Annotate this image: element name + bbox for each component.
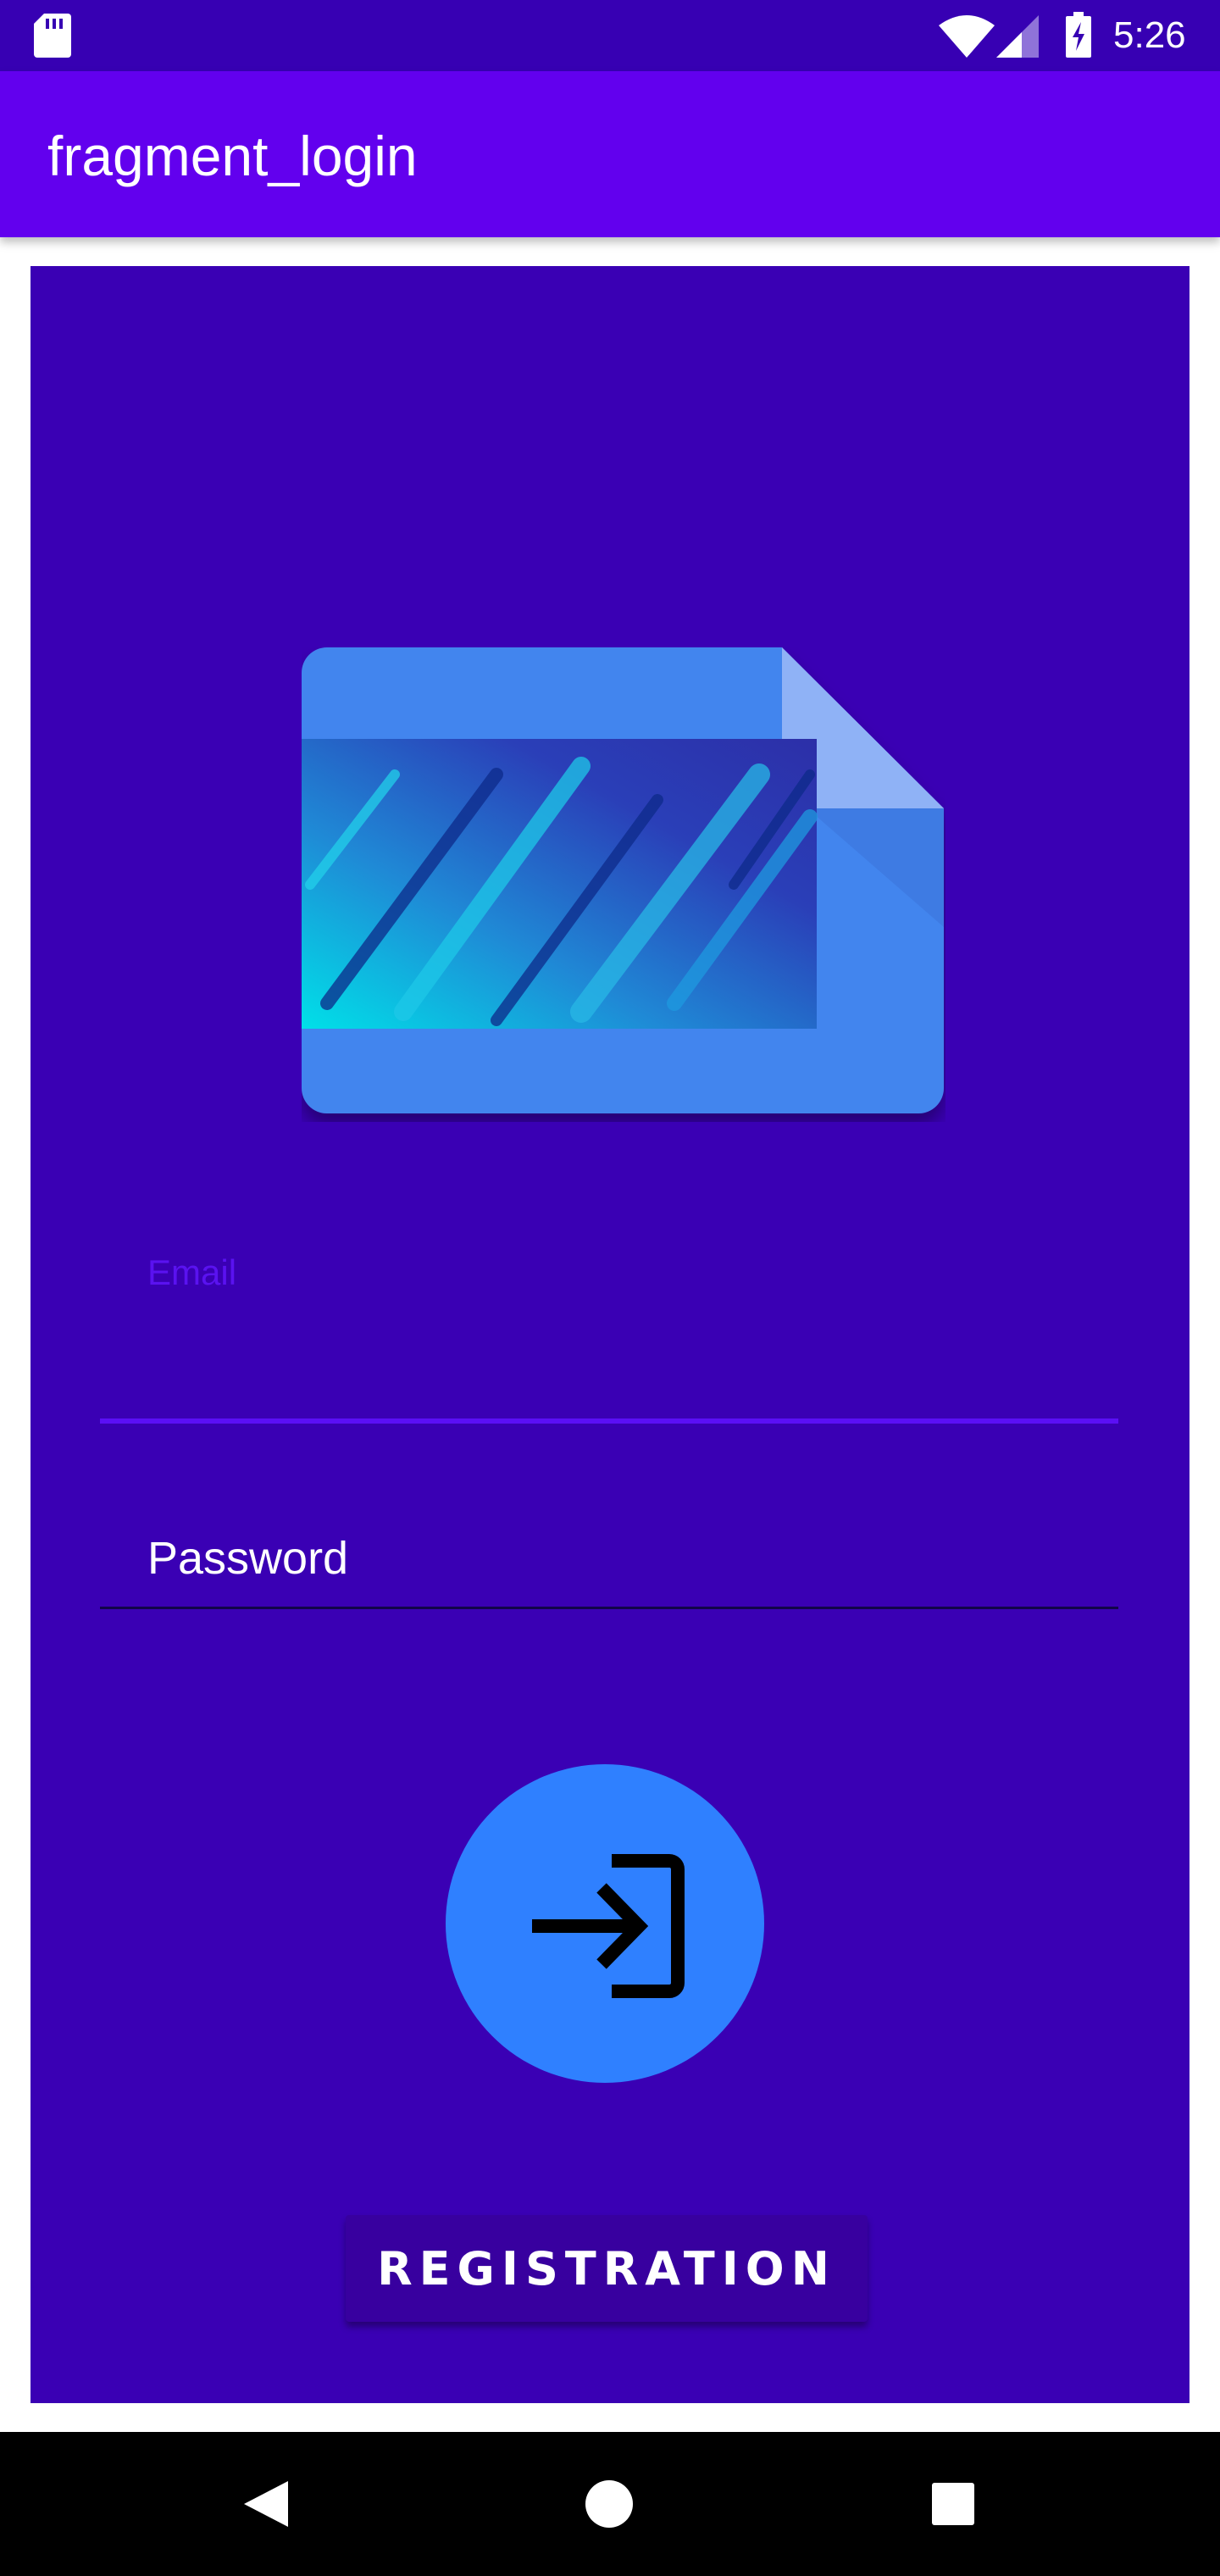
email-input[interactable] (100, 1305, 1118, 1390)
status-time: 5:26 (1113, 14, 1186, 56)
login-screen: 5:26 fragment_login Email REGISTRATION (0, 0, 1220, 2576)
login-button[interactable] (446, 1764, 764, 2083)
email-field: Email (100, 1249, 1118, 1435)
login-arrow-icon (532, 1854, 685, 1998)
registration-label: Registration (377, 2241, 836, 2296)
password-input[interactable] (100, 1512, 1118, 1605)
battery-charging-icon (1066, 12, 1091, 58)
password-underline (100, 1607, 1118, 1609)
home-icon[interactable] (571, 2466, 647, 2542)
status-bar: 5:26 (0, 0, 1220, 71)
password-field (100, 1512, 1118, 1673)
email-label: Email (147, 1252, 237, 1292)
app-bar: fragment_login (0, 71, 1220, 237)
navigation-bar (0, 2432, 1220, 2576)
back-icon[interactable] (229, 2466, 305, 2542)
email-underline (100, 1418, 1118, 1424)
slides-logo-icon (302, 647, 944, 1113)
signal-icon (996, 15, 1039, 58)
app-bar-title: fragment_login (47, 125, 418, 187)
recents-icon[interactable] (915, 2466, 991, 2542)
wifi-icon (939, 15, 995, 58)
sd-card-icon (34, 14, 71, 58)
login-panel: Email Registration (30, 266, 1190, 2403)
registration-button[interactable]: Registration (346, 2215, 868, 2322)
